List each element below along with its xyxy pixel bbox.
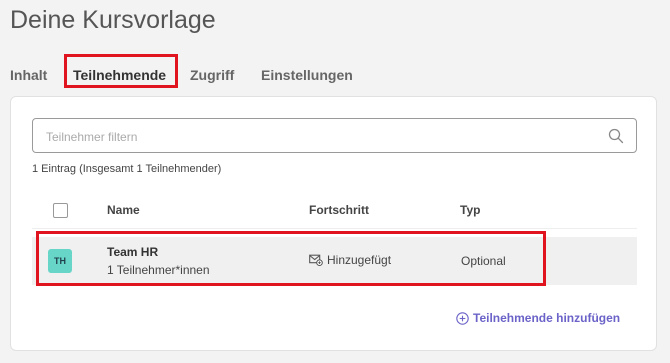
select-all-checkbox[interactable] [53,203,68,218]
column-header-type[interactable]: Typ [460,203,480,217]
add-participants-label: Teilnehmende hinzufügen [473,311,621,325]
highlight-box-row [36,231,546,286]
search-box [32,118,637,153]
highlight-box-tab [64,54,178,88]
search-input[interactable] [44,126,598,148]
plus-circle-icon [456,312,469,325]
column-header-progress[interactable]: Fortschritt [309,203,369,217]
page-title: Deine Kursvorlage [10,6,216,34]
participants-card: 1 Eintrag (Insgesamt 1 Teilnehmender) Na… [10,96,657,351]
column-header-name[interactable]: Name [107,203,140,217]
table-header: Name Fortschritt Typ [32,194,637,229]
tab-einstellungen[interactable]: Einstellungen [261,60,353,90]
search-icon[interactable] [608,128,624,144]
entry-count: 1 Eintrag (Insgesamt 1 Teilnehmender) [32,163,222,175]
tab-zugriff[interactable]: Zugriff [190,60,234,90]
tab-inhalt[interactable]: Inhalt [10,60,47,90]
add-participants-link[interactable]: Teilnehmende hinzufügen [456,311,620,325]
